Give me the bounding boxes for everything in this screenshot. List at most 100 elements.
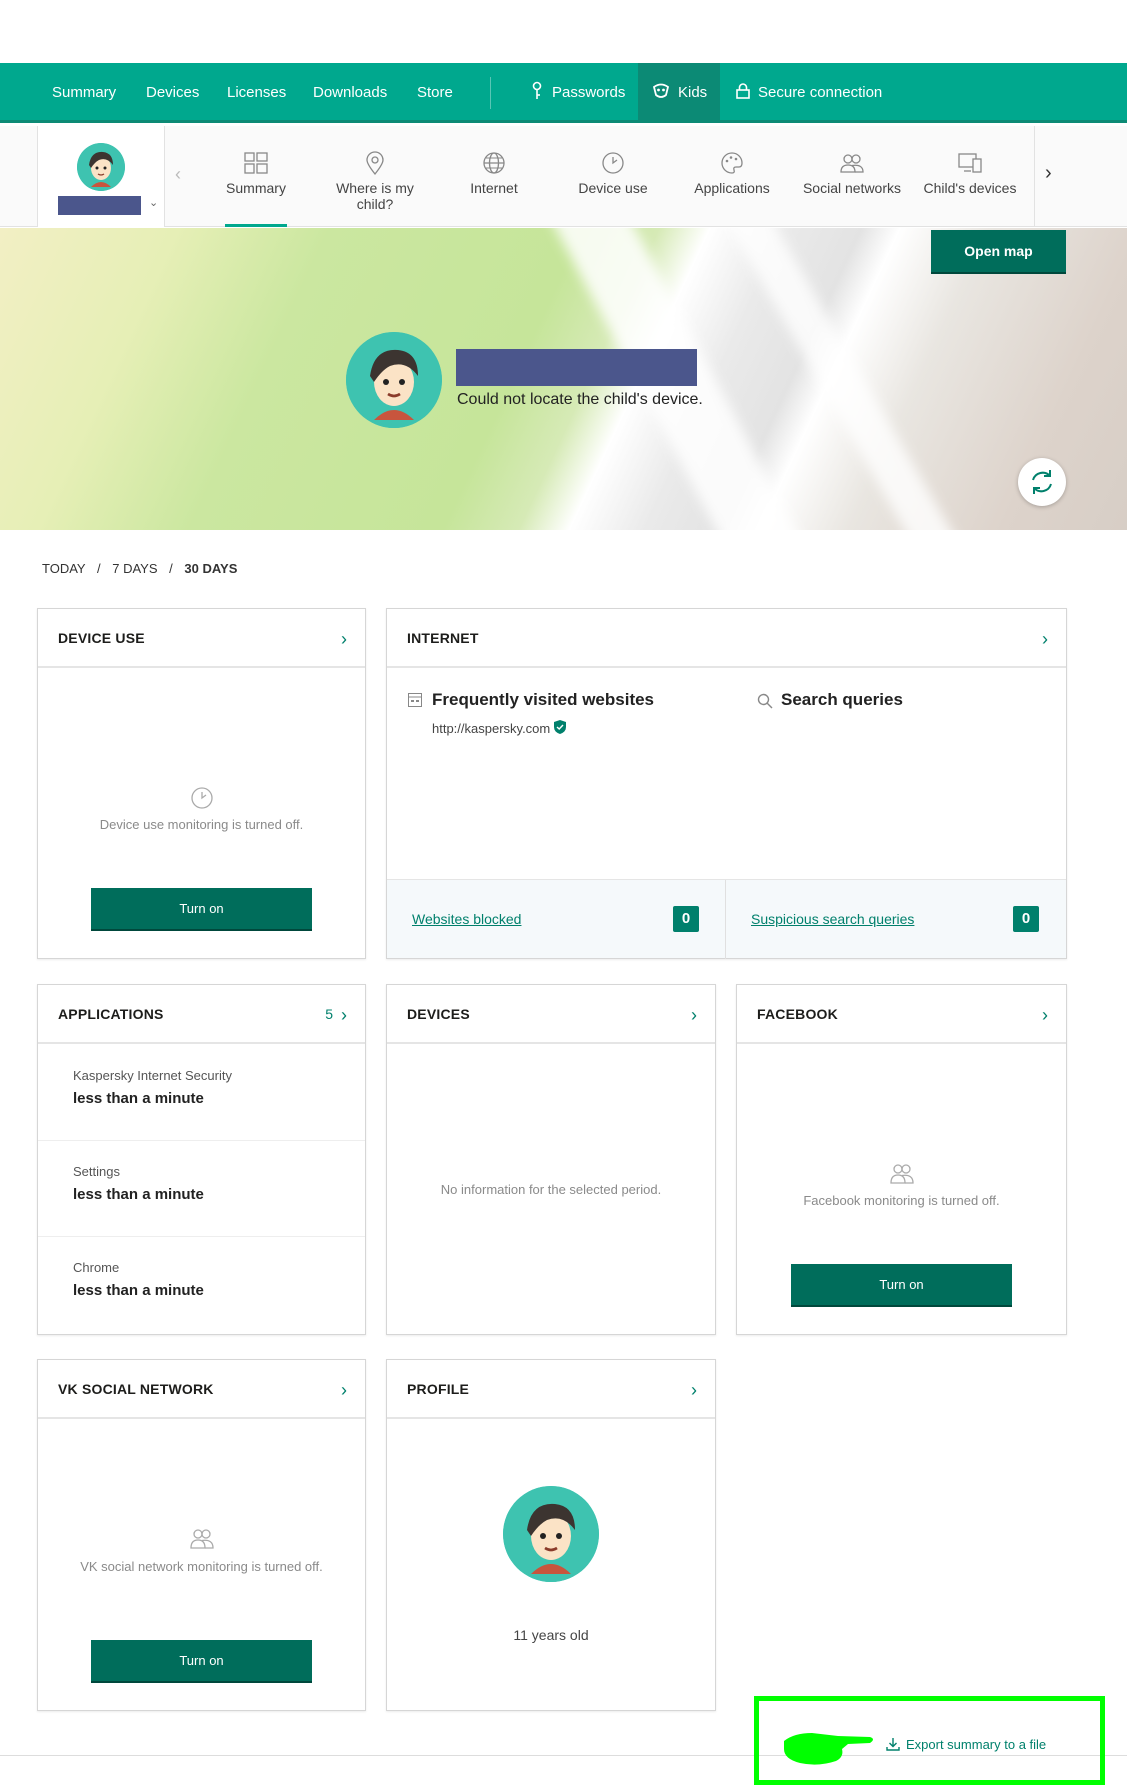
chevron-right-icon: › (341, 629, 347, 649)
visited-site-url: http://kaspersky.com (432, 721, 551, 736)
subnav-summary[interactable]: Summary (197, 126, 315, 227)
location-status: Could not locate the child's device. (457, 391, 703, 408)
devices-card: DEVICES › No information for the selecte… (386, 984, 716, 1335)
subnav-applications-label: Applications (694, 180, 770, 196)
device-use-title: DEVICE USE (58, 630, 145, 646)
chevron-right-icon: › (341, 1005, 347, 1025)
footer-divider (725, 880, 726, 959)
kids-sub-nav: ⌄ ‹ Summary Where is my child? Internet … (0, 126, 1127, 227)
nav-passwords[interactable]: Passwords (530, 63, 625, 123)
device-use-card: DEVICE USE › Device use monitoring is tu… (37, 608, 366, 959)
nav-kids[interactable]: Kids (638, 63, 720, 123)
suspicious-queries-count: 0 (1013, 906, 1039, 932)
chevron-right-icon: › (341, 1380, 347, 1400)
child-large-avatar (346, 332, 442, 428)
applications-count: 5 (325, 1006, 333, 1022)
export-summary-label: Export summary to a file (906, 1737, 1047, 1752)
nav-store[interactable]: Store (417, 63, 453, 123)
profile-title: PROFILE (407, 1381, 470, 1397)
internet-header[interactable]: INTERNET › (387, 609, 1066, 668)
websites-blocked-count: 0 (673, 906, 699, 932)
internet-card: INTERNET › Frequently visited websites h… (386, 608, 1067, 959)
facebook-header[interactable]: FACEBOOK › (737, 985, 1066, 1044)
pointing-hand-highlight (784, 1733, 873, 1765)
location-map: Open map Could not locate the child's de… (0, 228, 1127, 530)
profile-header[interactable]: PROFILE › (387, 1360, 715, 1419)
device-use-message: Device use monitoring is turned off. (99, 817, 304, 832)
summary-icon (244, 152, 268, 174)
nav-secure-connection[interactable]: Secure connection (736, 63, 882, 123)
applications-header[interactable]: APPLICATIONS 5 › (38, 985, 365, 1044)
search-queries-title: Search queries (781, 690, 903, 709)
chevron-left-icon[interactable]: ‹ (175, 164, 181, 185)
chevron-right-icon[interactable]: › (1045, 162, 1052, 185)
profile-age: 11 years old (513, 1627, 589, 1643)
subnav-internet[interactable]: Internet (435, 126, 553, 227)
refresh-button[interactable] (1018, 458, 1066, 506)
subnav-social[interactable]: Social networks (792, 126, 912, 227)
vk-card: VK SOCIAL NETWORK › VK social network mo… (37, 1359, 366, 1711)
shield-check-icon (553, 720, 566, 734)
open-map-button[interactable]: Open map (931, 230, 1066, 272)
nav-downloads[interactable]: Downloads (313, 63, 387, 123)
period-selector: TODAY / 7 DAYS / 30 DAYS (42, 561, 237, 576)
export-summary-link[interactable]: Export summary to a file (886, 1737, 1046, 1752)
clock-icon (602, 152, 624, 174)
period-separator: / (169, 561, 173, 576)
period-30-days[interactable]: 30 DAYS (184, 561, 237, 576)
globe-icon (483, 152, 505, 174)
chevron-right-icon: › (691, 1380, 697, 1400)
devices-header[interactable]: DEVICES › (387, 985, 715, 1044)
frequent-sites-title: Frequently visited websites (432, 690, 655, 709)
period-7-days[interactable]: 7 DAYS (112, 561, 157, 576)
clock-icon (191, 787, 213, 809)
device-use-turn-on-button[interactable]: Turn on (91, 888, 312, 929)
suspicious-queries-link[interactable]: Suspicious search queries (751, 911, 914, 927)
app-name: Kaspersky Internet Security (73, 1068, 232, 1083)
devices-icon (958, 153, 982, 173)
top-nav-bar: Summary Devices Licenses Downloads Store… (0, 63, 1127, 123)
nav-summary[interactable]: Summary (52, 63, 116, 123)
vk-turn-on-button[interactable]: Turn on (91, 1640, 312, 1681)
location-pin-icon (366, 151, 384, 176)
palette-icon (721, 152, 743, 174)
nav-devices[interactable]: Devices (146, 63, 199, 123)
subnav-device-use[interactable]: Device use (554, 126, 672, 227)
app-name: Settings (73, 1164, 120, 1179)
chevron-right-icon: › (1042, 629, 1048, 649)
facebook-title: FACEBOOK (757, 1006, 838, 1022)
nav-licenses[interactable]: Licenses (227, 63, 286, 123)
visited-site-link[interactable]: http://kaspersky.com (432, 720, 566, 736)
internet-title: INTERNET (407, 630, 479, 646)
vk-header[interactable]: VK SOCIAL NETWORK › (38, 1360, 365, 1419)
key-icon (532, 81, 542, 99)
subnav-childs-devices[interactable]: Child's devices (911, 126, 1029, 227)
child-selector[interactable]: ⌄ (37, 126, 165, 227)
facebook-turn-on-button[interactable]: Turn on (791, 1264, 1012, 1305)
app-list-item[interactable]: Settings less than a minute (38, 1141, 365, 1237)
refresh-icon (1032, 470, 1052, 494)
period-today[interactable]: TODAY (42, 561, 85, 576)
website-list-icon (408, 693, 422, 707)
app-name: Chrome (73, 1260, 120, 1275)
search-icon (757, 693, 773, 709)
subnav-internet-label: Internet (470, 180, 518, 196)
period-separator: / (96, 561, 101, 576)
vk-title: VK SOCIAL NETWORK (58, 1381, 214, 1397)
subnav-applications[interactable]: Applications (673, 126, 791, 227)
device-use-header[interactable]: DEVICE USE › (38, 609, 365, 668)
app-time: less than a minute (73, 1282, 204, 1299)
subnav-where[interactable]: Where is my child? (316, 126, 434, 227)
child-name-redacted-large (456, 349, 697, 386)
app-list-item[interactable]: Kaspersky Internet Security less than a … (38, 1045, 365, 1141)
chevron-right-icon: › (1042, 1005, 1048, 1025)
people-icon (890, 1164, 914, 1184)
profile-avatar (503, 1486, 599, 1582)
app-time: less than a minute (73, 1186, 204, 1203)
chevron-right-icon: › (691, 1005, 697, 1025)
nav-secure-label: Secure connection (758, 84, 883, 101)
websites-blocked-link[interactable]: Websites blocked (412, 911, 521, 927)
app-list-item[interactable]: Chrome less than a minute (38, 1237, 365, 1333)
subnav-summary-label: Summary (226, 180, 286, 196)
child-name-redacted (58, 196, 141, 215)
